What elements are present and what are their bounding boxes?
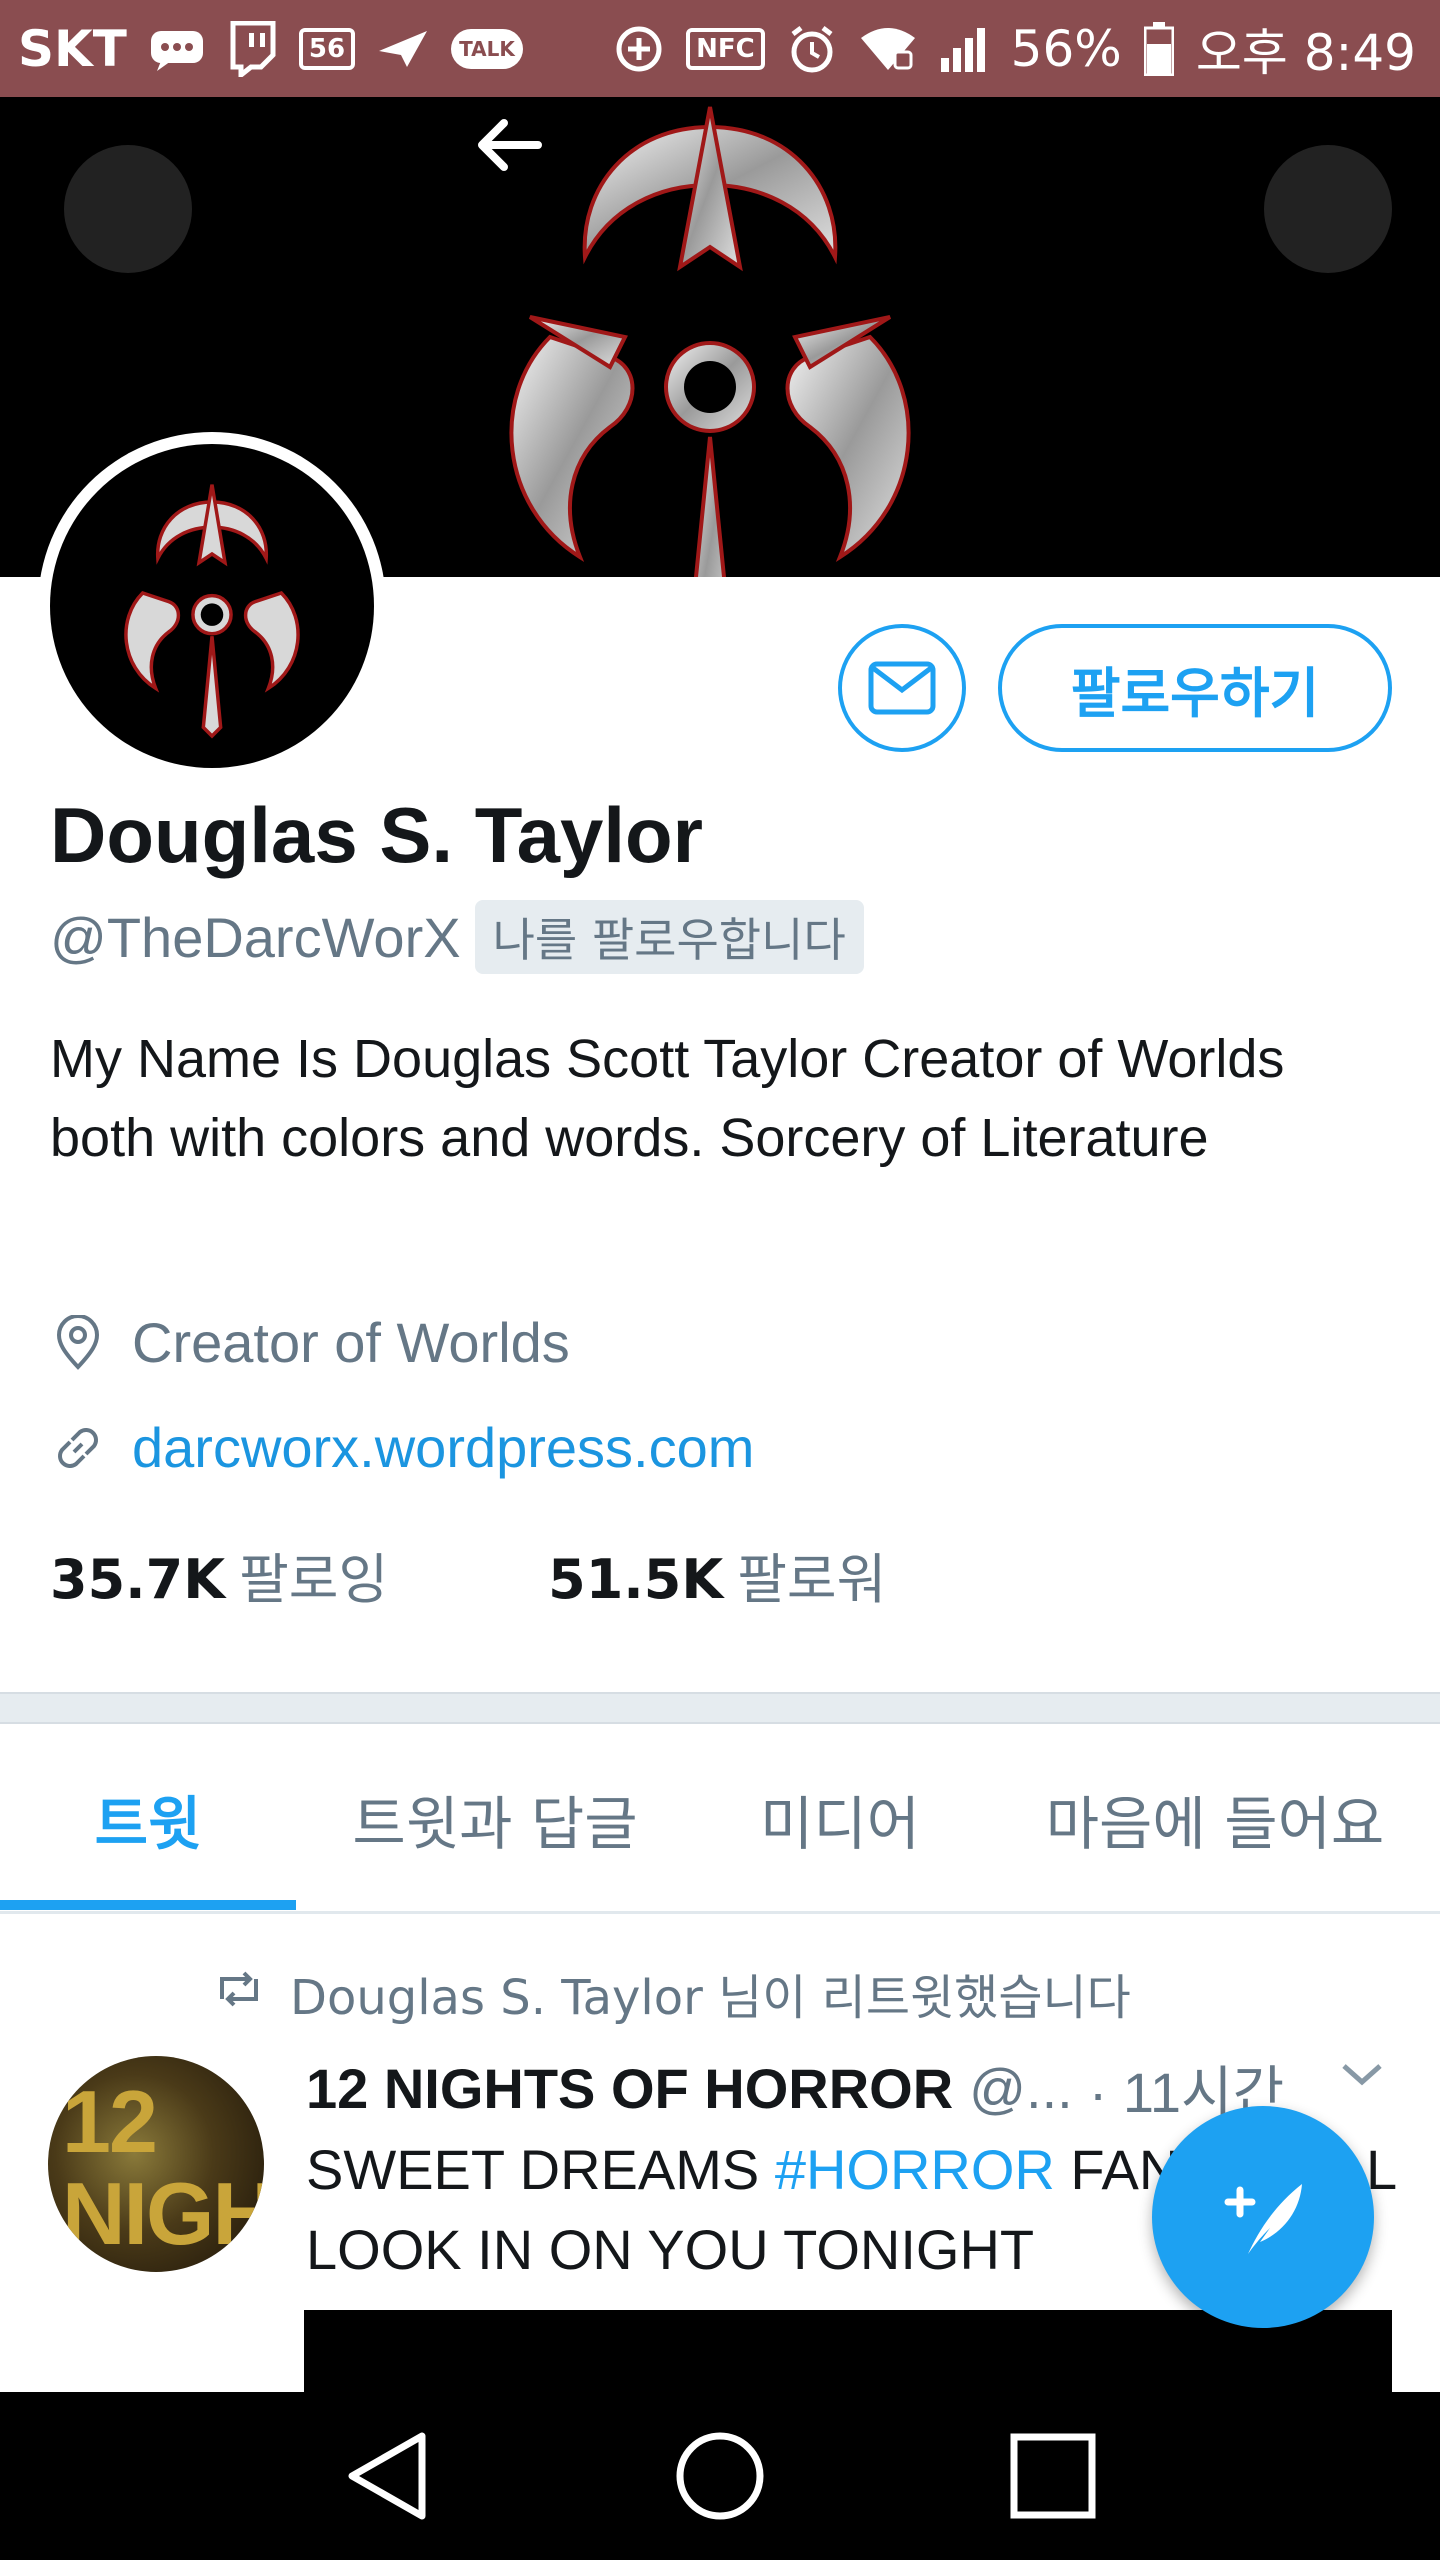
map-pin-icon bbox=[50, 1314, 106, 1371]
retweet-notice: Douglas S. Taylor 님이 리트윗했습니다 bbox=[214, 1958, 1131, 2028]
status-bar-right: NFC 56% 오후 8:49 bbox=[614, 13, 1416, 85]
data-saver-icon bbox=[614, 24, 664, 74]
alarm-icon bbox=[787, 24, 837, 74]
profile-location: Creator of Worlds bbox=[132, 1311, 570, 1374]
avatar-image bbox=[50, 444, 374, 768]
tweet-options-button[interactable] bbox=[1340, 2060, 1384, 2093]
tweet-avatar-lettering: 12 NIGHTS bbox=[62, 2072, 264, 2263]
profile-handle: @TheDarcWorX bbox=[50, 905, 461, 969]
square-recents-icon bbox=[1010, 2433, 1096, 2519]
signal-icon bbox=[939, 26, 989, 72]
clock: 오후 8:49 bbox=[1195, 23, 1416, 82]
section-divider bbox=[0, 1692, 1440, 1724]
battery-percent: 56% bbox=[1010, 19, 1122, 78]
followers-number: 51.5K bbox=[548, 1548, 724, 1611]
status-bar-left: SKT 56 TALK bbox=[18, 20, 523, 78]
following-number: 35.7K bbox=[50, 1548, 226, 1611]
back-button[interactable] bbox=[64, 119, 542, 273]
system-navigation-bar bbox=[0, 2392, 1440, 2560]
circle-home-icon bbox=[676, 2432, 764, 2520]
tab-tweets-and-replies[interactable]: 트윗과 답글 bbox=[310, 1724, 680, 1914]
tab-media[interactable]: 미디어 bbox=[700, 1724, 980, 1914]
active-tab-indicator bbox=[0, 1900, 296, 1910]
tweet-hashtag[interactable]: #HORROR bbox=[775, 2138, 1055, 2201]
profile-avatar[interactable] bbox=[38, 432, 386, 780]
follow-counts: 35.7K 팔로잉 51.5K 팔로워 bbox=[50, 1535, 886, 1614]
arrow-left-icon bbox=[478, 119, 542, 171]
tweet-author-handle: @... bbox=[969, 2057, 1073, 2120]
handle-row: @TheDarcWorX 나를 팔로우합니다 bbox=[50, 900, 864, 974]
followers-label: 팔로워 bbox=[737, 1548, 887, 1611]
chevron-down-icon bbox=[1342, 2064, 1382, 2086]
following-count[interactable]: 35.7K 팔로잉 bbox=[50, 1535, 388, 1614]
wifi-icon bbox=[859, 26, 917, 72]
more-options-button[interactable] bbox=[1264, 145, 1392, 273]
nfc-icon: NFC bbox=[686, 27, 765, 70]
followers-count[interactable]: 51.5K 팔로워 bbox=[548, 1535, 886, 1614]
tweet-text-before: SWEET DREAMS bbox=[306, 2138, 775, 2201]
tab-tweets[interactable]: 트윗 bbox=[0, 1724, 296, 1914]
location-row: Creator of Worlds bbox=[50, 1310, 570, 1375]
envelope-icon bbox=[868, 661, 936, 715]
carrier-label: SKT bbox=[18, 19, 127, 78]
badge-56-icon: 56 bbox=[298, 27, 356, 70]
battery-icon bbox=[1143, 21, 1174, 76]
twitch-icon bbox=[227, 20, 277, 77]
compose-tweet-button[interactable] bbox=[1152, 2106, 1374, 2328]
kakaotalk-icon: TALK bbox=[451, 28, 523, 69]
retweet-notice-text: Douglas S. Taylor 님이 리트윗했습니다 bbox=[290, 1970, 1131, 2026]
retweet-icon bbox=[214, 1965, 264, 2021]
tab-likes[interactable]: 마음에 들어요 bbox=[1010, 1724, 1420, 1914]
biohazard-avatar-graphic bbox=[124, 484, 300, 739]
link-icon bbox=[50, 1420, 106, 1476]
following-label: 팔로잉 bbox=[239, 1548, 389, 1611]
profile-name: Douglas S. Taylor bbox=[50, 791, 704, 879]
message-notification-icon bbox=[149, 27, 205, 71]
follows-you-badge: 나를 팔로우합니다 bbox=[474, 900, 864, 974]
tweet-header: 12 NIGHTS OF HORROR @... · 11시간 bbox=[306, 2048, 1284, 2129]
paper-plane-icon bbox=[377, 29, 429, 69]
nav-back-button[interactable] bbox=[327, 2416, 447, 2536]
triangle-back-icon bbox=[348, 2432, 426, 2520]
nav-home-button[interactable] bbox=[660, 2416, 780, 2536]
status-bar: SKT 56 TALK NFC 56% 오후 8:49 bbox=[0, 0, 1440, 97]
follow-button[interactable]: 팔로우하기 bbox=[998, 624, 1392, 752]
tweet-author-name[interactable]: 12 NIGHTS OF HORROR bbox=[306, 2056, 953, 2121]
profile-website-link[interactable]: darcworx.wordpress.com bbox=[132, 1415, 754, 1480]
nav-recents-button[interactable] bbox=[993, 2416, 1113, 2536]
compose-tweet-icon bbox=[1224, 2184, 1302, 2254]
tweet-author-avatar[interactable]: 12 NIGHTS bbox=[48, 2056, 264, 2272]
message-button[interactable] bbox=[838, 624, 966, 752]
profile-tabs: 트윗 트윗과 답글 미디어 마음에 들어요 bbox=[0, 1724, 1440, 1914]
profile-bio: My Name Is Douglas Scott Taylor Creator … bbox=[50, 1029, 1285, 1168]
website-row[interactable]: darcworx.wordpress.com bbox=[50, 1415, 754, 1480]
